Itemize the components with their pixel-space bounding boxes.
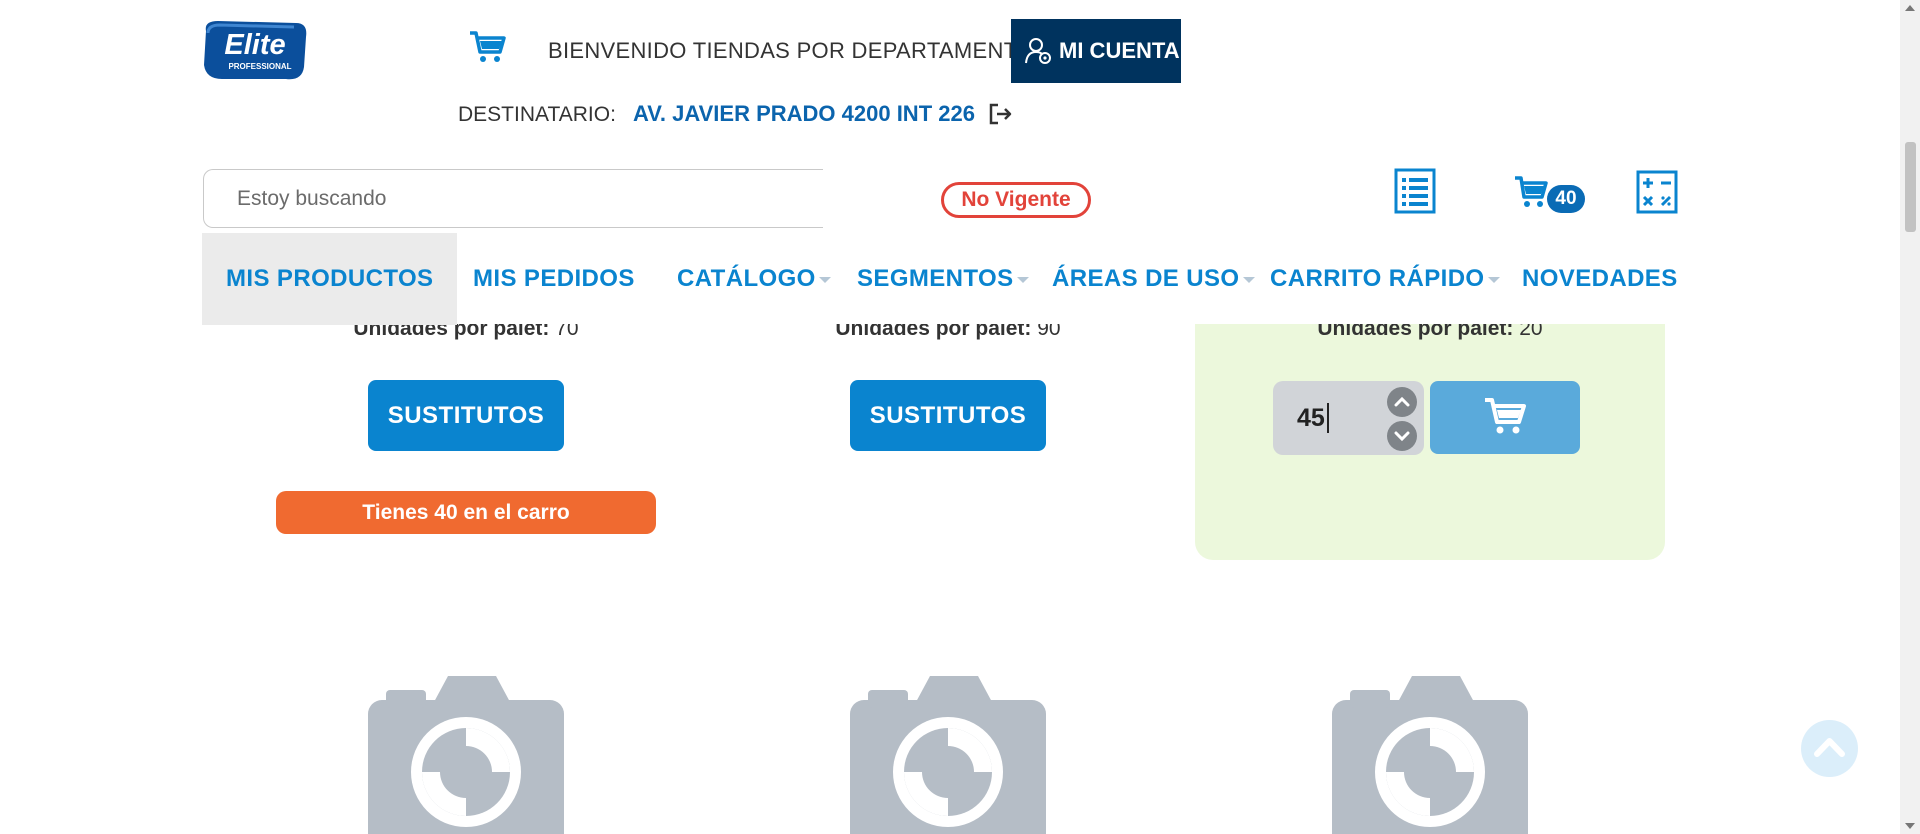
nav-catalogo[interactable]: CATÁLOGO (677, 233, 831, 325)
chevron-down-icon (1394, 431, 1410, 442)
scroll-up-arrow-icon[interactable] (1905, 5, 1915, 11)
decrement-button[interactable] (1387, 421, 1417, 451)
main-nav: MIS PRODUCTOS MIS PEDIDOS CATÁLOGO SEGME… (202, 233, 1682, 325)
nav-novedades[interactable]: NOVEDADES (1522, 233, 1678, 325)
dropdown-caret-icon (1487, 276, 1500, 283)
svg-text:Elite: Elite (224, 29, 285, 61)
nav-segmentos[interactable]: SEGMENTOS (857, 233, 1029, 325)
chevron-up-icon (1814, 738, 1845, 757)
dropdown-caret-icon (1242, 276, 1255, 283)
substitutes-button[interactable]: SUSTITUTOS (368, 380, 564, 451)
elite-logo[interactable]: Elite PROFESSIONAL (200, 17, 310, 83)
welcome-text: BIENVENIDO TIENDAS POR DEPARTAMENTO (548, 38, 1035, 63)
quantity-stepper[interactable]: 45 (1273, 381, 1424, 455)
nav-mis-pedidos[interactable]: MIS PEDIDOS (473, 233, 635, 325)
my-account-button[interactable]: MI CUENTA (1011, 19, 1181, 83)
cart-icon[interactable] (469, 30, 507, 64)
destination-label: DESTINATARIO: (458, 103, 616, 126)
nav-carrito-rapido[interactable]: CARRITO RÁPIDO (1270, 233, 1500, 325)
user-settings-icon (1025, 38, 1051, 64)
dropdown-caret-icon (1016, 276, 1029, 283)
vertical-scrollbar[interactable] (1900, 0, 1920, 834)
svg-text:PROFESSIONAL: PROFESSIONAL (228, 62, 291, 71)
increment-button[interactable] (1387, 387, 1417, 417)
camera-placeholder-icon (850, 676, 1046, 834)
substitutes-button[interactable]: SUSTITUTOS (850, 380, 1046, 451)
scroll-down-arrow-icon[interactable] (1905, 823, 1915, 829)
camera-placeholder-icon (1332, 676, 1528, 834)
quantity-input[interactable]: 45 (1297, 403, 1329, 433)
scrollbar-thumb[interactable] (1905, 142, 1916, 232)
add-to-cart-button[interactable] (1430, 381, 1580, 454)
logout-icon[interactable] (988, 103, 1012, 125)
nav-mis-productos[interactable]: MIS PRODUCTOS (202, 233, 458, 325)
chevron-up-icon (1394, 396, 1410, 407)
order-list-icon[interactable] (1394, 168, 1436, 214)
cart-count-badge: 40 (1547, 185, 1585, 213)
scroll-to-top-button[interactable] (1801, 720, 1858, 777)
in-cart-badge: Tienes 40 en el carro (276, 491, 656, 534)
search-input[interactable] (203, 169, 823, 228)
cart-icon (1485, 398, 1526, 434)
dropdown-caret-icon (818, 276, 831, 283)
cart-icon[interactable] (1514, 175, 1548, 209)
calculator-icon[interactable] (1636, 170, 1678, 214)
nav-areas-de-uso[interactable]: ÁREAS DE USO (1052, 233, 1255, 325)
my-account-label: MI CUENTA (1059, 38, 1180, 63)
camera-placeholder-icon (368, 676, 564, 834)
destination-link[interactable]: AV. JAVIER PRADO 4200 INT 226 (633, 101, 975, 127)
site-header: Elite PROFESSIONAL BIENVENIDO TIENDAS PO… (0, 0, 1900, 325)
status-badge: No Vigente (941, 182, 1091, 218)
